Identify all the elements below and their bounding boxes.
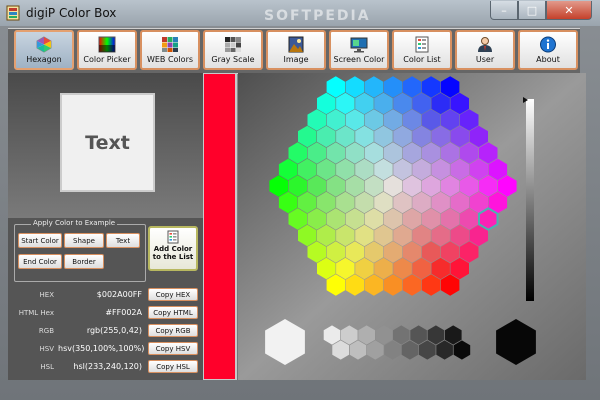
toolbar: Hexagon Color Picker WEB Colors Gray Sca… — [8, 28, 580, 74]
gray-scale-icon — [225, 37, 241, 52]
image-icon — [288, 36, 304, 53]
tab-label: User — [475, 55, 495, 64]
watermark: SOFTPEDIA — [264, 8, 371, 24]
tab-screen-color[interactable]: Screen Color — [329, 30, 389, 70]
web-colors-icon — [162, 37, 178, 52]
tab-color-list[interactable]: Color List — [392, 30, 452, 70]
tab-about[interactable]: About — [518, 30, 578, 70]
tab-label: Hexagon — [26, 55, 62, 64]
tab-user[interactable]: User — [455, 30, 515, 70]
screen-color-icon — [350, 37, 368, 53]
add-color-button[interactable]: Add Color to the List — [148, 226, 198, 271]
color-picker-icon — [98, 36, 116, 53]
value-row-html: HTML Hex #FF002A Copy HTML — [8, 306, 204, 320]
copy-rgb-button[interactable]: Copy RGB — [148, 324, 198, 337]
hexagon-icon — [36, 36, 52, 53]
tab-color-picker[interactable]: Color Picker — [77, 30, 137, 70]
hexagon-color-map[interactable] — [238, 73, 586, 380]
preview-area: Text — [8, 73, 204, 218]
example-preview: Text — [60, 93, 155, 192]
tab-gray-scale[interactable]: Gray Scale — [203, 30, 263, 70]
value-text: rgb(255,0,42) — [86, 326, 142, 335]
copy-hsv-button[interactable]: Copy HSV — [148, 342, 198, 355]
color-list-icon — [415, 36, 429, 53]
value-key: HSL — [40, 363, 54, 371]
tab-label: Image — [283, 55, 309, 64]
start-color-button[interactable]: Start Color — [18, 233, 62, 248]
user-icon — [478, 37, 492, 52]
hexagon-area — [238, 73, 586, 380]
copy-hsl-button[interactable]: Copy HSL — [148, 360, 198, 373]
tab-hexagon[interactable]: Hexagon — [14, 30, 74, 70]
tab-web-colors[interactable]: WEB Colors — [140, 30, 200, 70]
app-icon — [6, 5, 20, 21]
brightness-slider[interactable] — [526, 99, 534, 301]
maximize-button[interactable]: □ — [518, 1, 546, 20]
end-color-button[interactable]: End Color — [18, 254, 62, 269]
about-icon — [540, 36, 556, 53]
app-window: digiP Color Box SOFTPEDIA – □ ✕ Hexagon — [0, 0, 600, 400]
value-key: HSV — [39, 345, 55, 353]
title-bar[interactable]: digiP Color Box SOFTPEDIA – □ ✕ — [0, 0, 600, 26]
value-text: #FF002A — [105, 308, 142, 317]
tab-label: WEB Colors — [146, 55, 194, 64]
window-controls: – □ ✕ — [490, 1, 592, 20]
copy-html-button[interactable]: Copy HTML — [148, 306, 198, 319]
preview-text: Text — [85, 131, 130, 154]
tab-label: About — [536, 55, 560, 64]
selected-color-bar — [203, 73, 237, 380]
tab-label: Color List — [403, 55, 441, 64]
value-text: hsl(233,240,120) — [73, 362, 142, 371]
value-text: $002A00FF — [96, 290, 142, 299]
value-row-hsv: HSV hsv(350,100%,100%) Copy HSV — [8, 342, 204, 356]
window-title: digiP Color Box — [26, 6, 117, 20]
selected-color-swatch — [204, 74, 235, 379]
value-row-rgb: RGB rgb(255,0,42) Copy RGB — [8, 324, 204, 338]
close-button[interactable]: ✕ — [546, 1, 592, 20]
text-button[interactable]: Text — [106, 233, 140, 248]
shape-button[interactable]: Shape — [64, 233, 104, 248]
color-list-icon — [167, 230, 179, 244]
group-label: Apply Color to Example — [31, 219, 118, 227]
left-panel: Text Apply Color to Example Start Color … — [8, 73, 204, 380]
tab-image[interactable]: Image — [266, 30, 326, 70]
add-color-label: Add Color to the List — [152, 245, 194, 261]
value-key: HEX — [39, 291, 54, 299]
value-row-hsl: HSL hsl(233,240,120) Copy HSL — [8, 360, 204, 374]
copy-hex-button[interactable]: Copy HEX — [148, 288, 198, 301]
border-button[interactable]: Border — [64, 254, 104, 269]
minimize-button[interactable]: – — [490, 1, 518, 20]
value-key: RGB — [38, 327, 54, 335]
tab-label: Color Picker — [83, 55, 131, 64]
tab-label: Gray Scale — [211, 55, 255, 64]
tab-label: Screen Color — [333, 55, 385, 64]
value-key: HTML Hex — [18, 309, 54, 317]
value-row-hex: HEX $002A00FF Copy HEX — [8, 288, 204, 302]
value-text: hsv(350,100%,100%) — [58, 344, 145, 353]
